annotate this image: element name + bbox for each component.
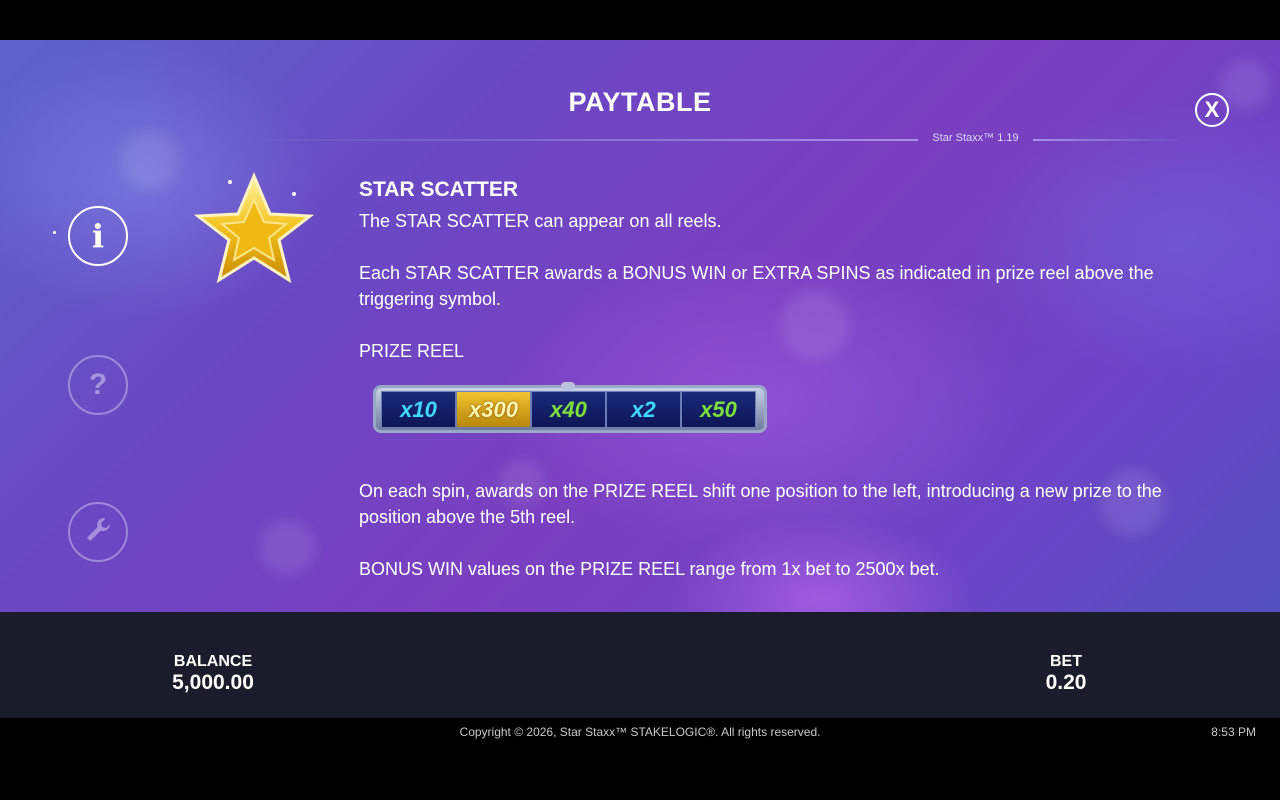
prize-reel-image: x10 x300 x40 x2 x50 <box>373 382 767 438</box>
page-title: PAYTABLE <box>568 87 712 117</box>
prize-reel-label: PRIZE REEL <box>359 341 465 361</box>
footer: Copyright © 2026, Star Staxx™ STAKELOGIC… <box>0 718 1280 800</box>
prize-reel-cell: x2 <box>606 391 681 428</box>
paytable-panel: PAYTABLE Star Staxx™ 1.19 X i ? STAR SCA… <box>0 40 1280 612</box>
close-button[interactable]: X <box>1195 93 1229 127</box>
paragraph-range: BONUS WIN values on the PRIZE REEL range… <box>359 559 940 579</box>
sidebar-item-settings[interactable] <box>68 502 128 562</box>
star-scatter-icon <box>190 170 318 290</box>
section-heading: STAR SCATTER <box>359 178 519 201</box>
close-icon: X <box>1204 97 1220 122</box>
bet-display: BET 0.20 <box>1016 653 1116 695</box>
sidebar-item-help[interactable]: ? <box>68 355 128 415</box>
paragraph-appearance: The STAR SCATTER can appear on all reels… <box>359 211 722 231</box>
top-black-bar <box>0 0 1280 40</box>
paragraph-award: Each STAR SCATTER awards a BONUS WIN or … <box>359 263 1154 309</box>
game-status-bar: BALANCE 5,000.00 BET 0.20 <box>0 612 1280 718</box>
bet-value: 0.20 <box>1045 671 1087 694</box>
balance-display: BALANCE 5,000.00 <box>153 653 273 695</box>
paytable-content: STAR SCATTER The STAR SCATTER can appear… <box>359 178 1219 579</box>
wrench-icon <box>83 515 113 550</box>
prize-reel-cell-highlighted: x300 <box>456 391 531 428</box>
help-icon: ? <box>88 368 108 401</box>
clock: 8:53 PM <box>1211 725 1256 739</box>
title-divider-right <box>1033 139 1183 141</box>
copyright-text: Copyright © 2026, Star Staxx™ STAKELOGIC… <box>459 725 821 739</box>
sidebar-item-info[interactable]: i <box>68 206 128 266</box>
paragraph-shift: On each spin, awards on the PRIZE REEL s… <box>359 481 1162 527</box>
title-divider-left <box>240 139 918 141</box>
balance-label: BALANCE <box>173 653 253 670</box>
balance-value: 5,000.00 <box>172 671 254 694</box>
prize-reel-cell: x50 <box>681 391 756 428</box>
info-icon: i <box>91 217 105 255</box>
prize-reel-cell: x40 <box>531 391 606 428</box>
version-label: Star Staxx™ 1.19 <box>932 132 1019 144</box>
active-indicator-dot <box>53 231 56 234</box>
bet-label: BET <box>1050 653 1082 670</box>
prize-reel-cell: x10 <box>381 391 456 428</box>
